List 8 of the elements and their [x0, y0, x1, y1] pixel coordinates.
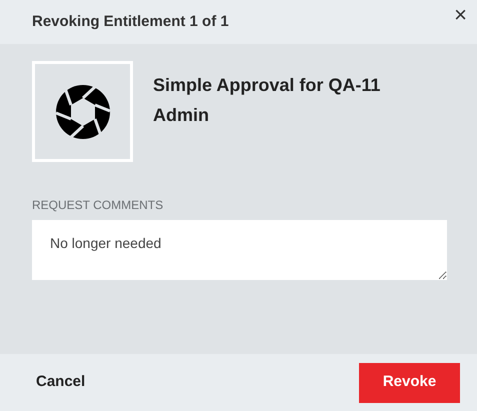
cancel-button[interactable]: Cancel: [36, 371, 86, 394]
entitlement-name: Simple Approval for QA-11 Admin: [153, 74, 382, 127]
comments-field[interactable]: No longer needed: [32, 220, 447, 280]
dialog-title: Revoking Entitlement 1 of 1: [32, 12, 229, 32]
revoke-button[interactable]: Revoke: [359, 362, 460, 402]
comments-label: REQUEST COMMENTS: [32, 197, 164, 214]
camera-shutter-icon: [54, 84, 110, 140]
close-button[interactable]: ×: [454, 4, 467, 26]
